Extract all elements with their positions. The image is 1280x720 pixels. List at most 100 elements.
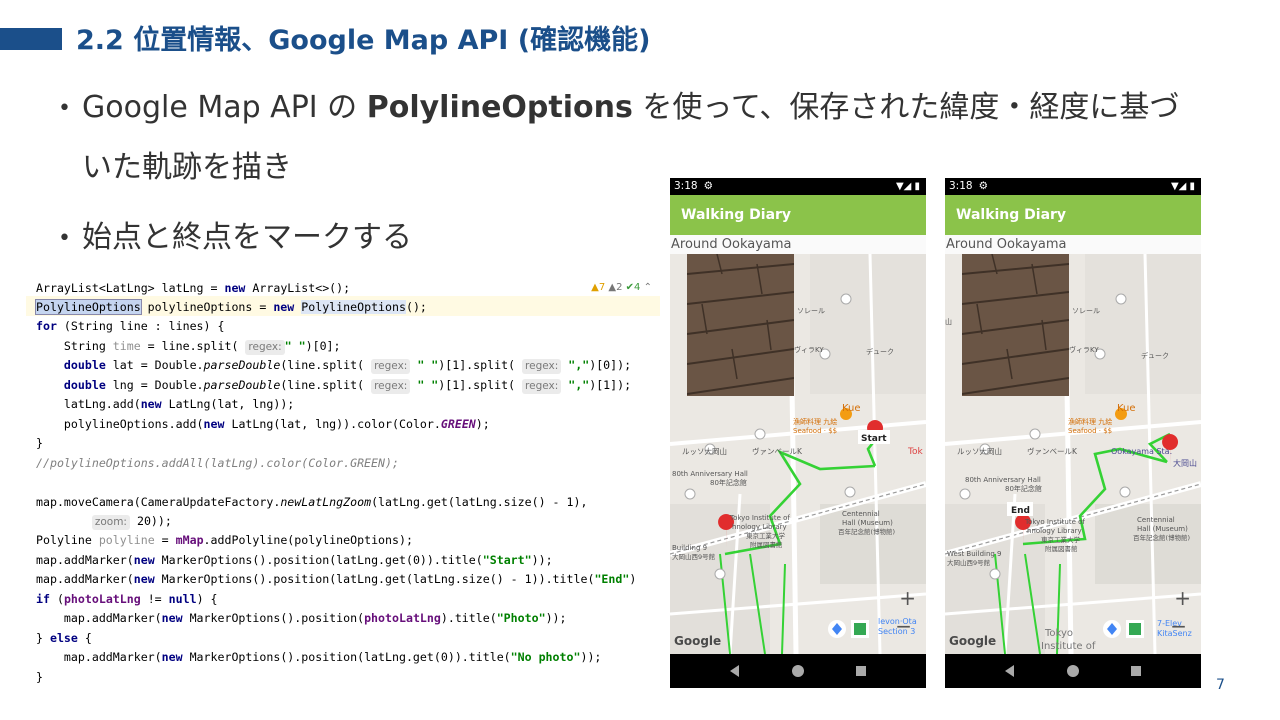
zoom-in-button[interactable]: + (899, 586, 916, 610)
svg-text:附属図書館: 附属図書館 (750, 540, 783, 549)
svg-text:山: 山 (945, 317, 952, 326)
slide-title: 2.2 位置情報、Google Map API (確認機能) (76, 25, 651, 56)
svg-text:大岡山西9号館: 大岡山西9号館 (672, 552, 716, 561)
code-line-5: double lat = Double.parseDouble(line.spl… (63, 358, 632, 374)
bullet-text-suffix: を使って、保存された緯度・経度に基づ (632, 90, 1180, 125)
svg-text:End: End (1011, 506, 1030, 516)
bullet-marker: • (58, 96, 71, 121)
app-bar: Walking Diary (670, 195, 926, 235)
google-logo: Google (674, 634, 722, 648)
title-accent-bar (0, 28, 62, 50)
svg-text:Kue: Kue (1117, 403, 1136, 414)
bullet-text-prefix: Google Map API の (82, 90, 367, 125)
svg-text:ルッソ大岡山: ルッソ大岡山 (682, 446, 727, 456)
code-line-7: latLng.add(new LatLng(lat, lng)); (36, 397, 295, 411)
svg-text:百年記念館(博物館): 百年記念館(博物館) (838, 527, 895, 536)
back-icon[interactable] (730, 665, 739, 677)
zoom-out-button[interactable]: − (895, 614, 912, 638)
recents-icon[interactable] (1131, 666, 1141, 676)
inspection-widget[interactable]: ▲7 ▲2 ✔4 ⌃ (591, 282, 652, 293)
bullet-markers: • 始点と終点をマークする (58, 212, 412, 256)
svg-text:hnology Library: hnology Library (732, 523, 787, 531)
status-bar: 3:18 ⚙ ▼◢ ▮ (945, 178, 1201, 195)
home-icon[interactable] (1067, 665, 1079, 677)
zoom-in-button[interactable]: + (1174, 586, 1191, 610)
svg-text:Kue: Kue (842, 403, 861, 414)
svg-text:ルッソ大岡山: ルッソ大岡山 (957, 446, 1002, 456)
bullet-text-bold: PolylineOptions (366, 90, 633, 125)
code-line-3: for (String line : lines) { (36, 319, 225, 333)
code-line-1: ArrayList<LatLng> latLng = new ArrayList… (36, 281, 351, 295)
svg-text:ソレール: ソレール (1072, 307, 1100, 315)
weak-warning-count: ▲2 (608, 282, 623, 293)
recents-icon[interactable] (856, 666, 866, 676)
code-line-15: map.addMarker(new MarkerOptions().positi… (36, 553, 553, 567)
code-line-14: Polyline polyline = mMap.addPolyline(pol… (36, 533, 413, 547)
svg-text:Hall (Museum): Hall (Museum) (1137, 525, 1188, 533)
code-line-12: map.moveCamera(CameraUpdateFactory.newLa… (36, 495, 588, 509)
bullet-marker: • (58, 226, 71, 251)
svg-text:80th Anniversary Hall: 80th Anniversary Hall (965, 476, 1041, 484)
android-nav-bar (945, 654, 1201, 688)
svg-text:Centennial: Centennial (1137, 516, 1175, 524)
code-line-8: polylineOptions.add(new LatLng(lat, lng)… (36, 417, 490, 431)
svg-text:Ookayama Sta.: Ookayama Sta. (1111, 447, 1172, 456)
svg-text:Tokyo Institute of: Tokyo Institute of (1024, 518, 1085, 526)
svg-text:Centennial: Centennial (842, 510, 880, 518)
svg-text:ヴァンベールK: ヴァンベールK (1027, 446, 1078, 456)
back-icon[interactable] (1005, 665, 1014, 677)
svg-text:Seafood · $$: Seafood · $$ (1068, 427, 1112, 435)
code-editor: ▲7 ▲2 ✔4 ⌃ ArrayList<LatLng> latLng = ne… (26, 278, 660, 690)
svg-text:Tok: Tok (907, 447, 923, 457)
svg-text:漁師料理 九絵: 漁師料理 九絵 (793, 417, 837, 426)
place-label: Around Ookayama (670, 235, 926, 254)
svg-text:West Building 9: West Building 9 (947, 550, 1002, 558)
google-logo: Google (949, 634, 997, 648)
svg-text:80年記念館: 80年記念館 (1005, 484, 1042, 493)
warning-count: ▲7 (591, 282, 606, 293)
bullet-polyline-continued: いた軌跡を描き (82, 150, 292, 185)
signal-battery-icon: ▼◢ ▮ (895, 181, 920, 192)
code-line-18: map.addMarker(new MarkerOptions().positi… (36, 611, 567, 625)
code-line-13: zoom: 20)); (36, 512, 172, 531)
app-bar: Walking Diary (945, 195, 1201, 235)
svg-text:Start: Start (861, 434, 887, 444)
svg-text:ヴィラKY: ヴィラKY (794, 345, 824, 354)
svg-text:東京工業大学: 東京工業大学 (746, 531, 786, 540)
home-icon[interactable] (792, 665, 804, 677)
svg-text:ソレール: ソレール (797, 307, 825, 315)
android-nav-bar (670, 654, 926, 688)
code-line-19: } else { (36, 631, 92, 645)
code-line-17: if (photoLatLng != null) { (36, 592, 218, 606)
place-label: Around Ookayama (945, 235, 1201, 254)
svg-text:東京工業大学: 東京工業大学 (1041, 535, 1081, 544)
svg-text:ヴィラKY: ヴィラKY (1069, 345, 1099, 354)
phone-screenshot-end: 3:18 ⚙ ▼◢ ▮ Walking Diary Around Ookayama… (945, 178, 1201, 688)
svg-text:Institute of: Institute of (1041, 641, 1096, 652)
svg-text:大岡山西9号館: 大岡山西9号館 (947, 558, 991, 567)
svg-text:デューク: デューク (1141, 351, 1169, 360)
signal-battery-icon: ▼◢ ▮ (1170, 181, 1195, 192)
svg-text:80年記念館: 80年記念館 (710, 478, 747, 487)
svg-text:漁師料理 九絵: 漁師料理 九絵 (1068, 417, 1112, 426)
photo-thumbnail (686, 253, 795, 396)
svg-text:デューク: デューク (866, 347, 894, 356)
zoom-out-button[interactable]: − (1170, 614, 1187, 638)
svg-text:Building 9: Building 9 (672, 544, 707, 552)
status-bar: 3:18 ⚙ ▼◢ ▮ (670, 178, 926, 195)
status-time: 3:18 (674, 180, 698, 192)
svg-text:ヴァンベールK: ヴァンベールK (752, 446, 803, 456)
ok-count: ✔4 (625, 282, 641, 293)
svg-text:大岡山: 大岡山 (1173, 458, 1197, 468)
svg-text:Seafood · $$: Seafood · $$ (793, 427, 837, 435)
gear-icon: ⚙ (978, 180, 989, 192)
gear-icon: ⚙ (703, 180, 714, 192)
svg-text:Tokyo: Tokyo (1044, 628, 1073, 639)
svg-text:附属図書館: 附属図書館 (1045, 544, 1078, 553)
svg-text:Hall (Museum): Hall (Museum) (842, 519, 893, 527)
code-line-9: } (36, 436, 43, 450)
code-line-6: double lng = Double.parseDouble(line.spl… (63, 378, 632, 394)
status-time: 3:18 (949, 180, 973, 192)
chevron-up-icon[interactable]: ⌃ (644, 282, 652, 293)
bullet-polyline: • Google Map API の PolylineOptions を使って、保… (58, 82, 1179, 126)
